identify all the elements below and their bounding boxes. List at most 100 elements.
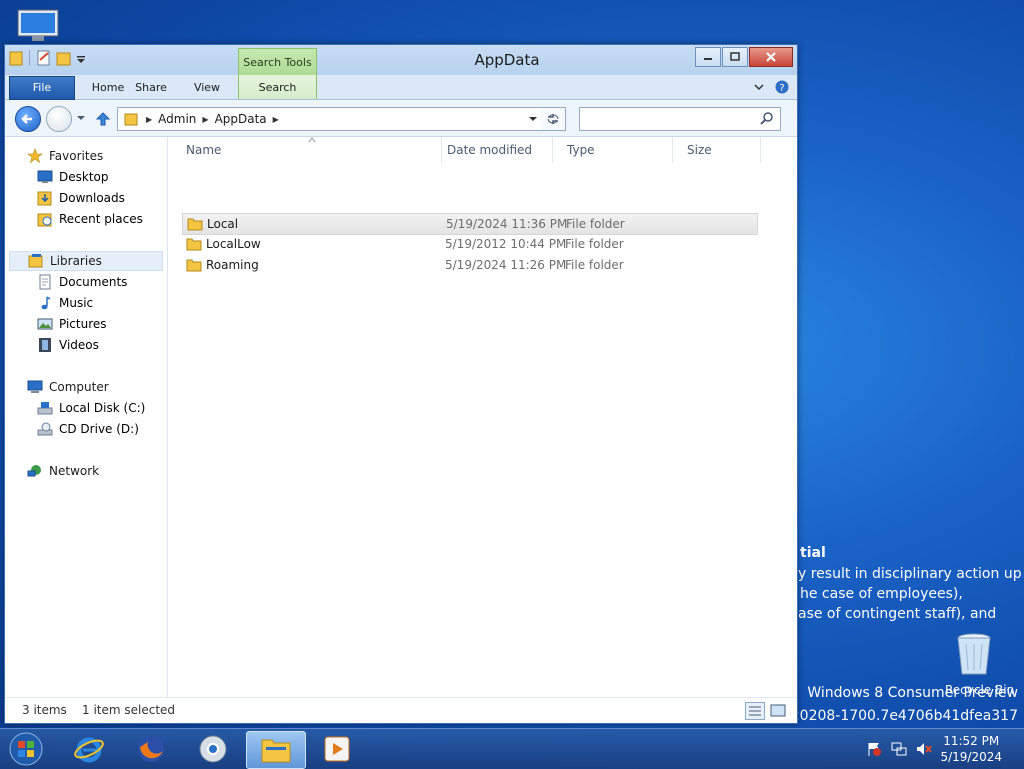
taskbar: 11:52 PM 5/19/2024: [0, 728, 1024, 769]
nav-item-downloads[interactable]: Downloads: [37, 188, 125, 208]
nav-favorites-label: Favorites: [49, 149, 104, 163]
large-icons-view-icon[interactable]: [769, 702, 787, 720]
nav-computer-label: Computer: [49, 380, 109, 394]
file-name: Roaming: [206, 258, 259, 272]
search-input[interactable]: [582, 108, 762, 130]
recycle-bin-label[interactable]: Recycle Bin: [945, 683, 1014, 697]
nav-favorites[interactable]: Favorites: [27, 146, 103, 166]
nav-computer[interactable]: Computer: [27, 377, 109, 397]
crumb-arrow[interactable]: ▶: [273, 115, 279, 124]
action-center-flag-icon[interactable]: [866, 741, 882, 757]
address-dropdown-icon[interactable]: [528, 114, 538, 124]
nav-item-recent-places[interactable]: Recent places: [37, 209, 143, 229]
computer-icon: [27, 380, 43, 393]
chrome-icon: [199, 735, 227, 763]
search-box[interactable]: [579, 107, 781, 131]
folder-icon: [186, 238, 202, 251]
network-icon: [27, 465, 41, 477]
nav-item-music[interactable]: Music: [37, 293, 93, 313]
explorer-window: AppData Search Tools File Home Share Vie…: [4, 44, 798, 724]
tab-view[interactable]: View: [181, 75, 233, 99]
taskbar-internet-explorer[interactable]: [60, 731, 118, 767]
close-button[interactable]: [749, 47, 793, 67]
table-row[interactable]: Local 5/19/2024 11:36 PM File folder: [182, 213, 758, 235]
nav-item-label: Recent places: [59, 212, 143, 226]
file-date: 5/19/2012 10:44 PM: [445, 237, 567, 251]
watermark-line-2: y result in disciplinary action up: [798, 566, 1022, 582]
status-item-count: 3 items: [22, 703, 67, 717]
nav-item-documents[interactable]: Documents: [37, 272, 127, 292]
back-button[interactable]: [15, 106, 41, 132]
internet-explorer-icon: [74, 737, 104, 763]
maximize-icon: [730, 52, 740, 61]
crumb-arrow[interactable]: ▶: [146, 115, 152, 124]
nav-item-label: Pictures: [59, 317, 107, 331]
taskbar-chrome[interactable]: [184, 731, 242, 767]
recycle-bin-icon[interactable]: [952, 630, 996, 681]
column-header-size[interactable]: Size: [673, 137, 761, 163]
details-view-icon[interactable]: [745, 702, 765, 720]
nav-network-label: Network: [49, 464, 100, 478]
cd-drive-icon: [37, 422, 53, 436]
breadcrumb-admin[interactable]: Admin: [158, 112, 196, 126]
system-clock[interactable]: 11:52 PM 5/19/2024: [940, 733, 1002, 765]
address-bar[interactable]: ▶ Admin ▶ AppData ▶: [117, 107, 543, 131]
title-bar[interactable]: AppData: [5, 45, 797, 75]
watermark-line-3: he case of employees),: [800, 586, 963, 602]
downloads-icon: [37, 191, 52, 206]
nav-item-label: Documents: [59, 275, 128, 289]
watermark-line-1: tial: [800, 545, 826, 561]
pictures-icon: [37, 318, 53, 330]
file-type: File folder: [565, 258, 624, 272]
search-icon[interactable]: [760, 111, 774, 125]
taskbar-file-explorer[interactable]: [246, 731, 306, 769]
nav-item-label: Downloads: [59, 191, 125, 205]
desktop-icon: [37, 170, 53, 183]
taskbar-firefox[interactable]: [122, 731, 180, 767]
column-header-type[interactable]: Type: [553, 137, 673, 163]
tab-search[interactable]: Search: [238, 75, 317, 99]
expand-ribbon-icon[interactable]: [753, 82, 765, 92]
tab-share[interactable]: Share: [125, 75, 177, 99]
nav-item-pictures[interactable]: Pictures: [37, 314, 107, 334]
refresh-button[interactable]: [541, 107, 566, 131]
music-note-icon: [41, 296, 51, 310]
hard-drive-icon: [37, 402, 53, 415]
tab-file[interactable]: File: [9, 76, 75, 100]
back-arrow-icon: [21, 114, 32, 124]
taskbar-media-player[interactable]: [308, 731, 366, 767]
network-status-icon[interactable]: [891, 741, 907, 757]
table-row[interactable]: Roaming 5/19/2024 11:26 PM File folder: [182, 255, 756, 275]
file-type: File folder: [565, 237, 624, 251]
column-header-date-modified[interactable]: Date modified: [433, 137, 553, 163]
help-icon[interactable]: ?: [775, 80, 789, 94]
start-button[interactable]: [0, 731, 52, 767]
nav-item-desktop[interactable]: Desktop: [37, 167, 109, 187]
refresh-icon: [547, 114, 559, 124]
folder-icon: [186, 259, 202, 272]
forward-button[interactable]: [46, 106, 72, 132]
folder-location-icon: [124, 113, 138, 126]
nav-item-cd-drive[interactable]: CD Drive (D:): [37, 419, 139, 439]
nav-item-local-disk[interactable]: Local Disk (C:): [37, 398, 145, 418]
film-strip-icon: [39, 338, 51, 352]
nav-libraries[interactable]: Libraries: [9, 251, 163, 271]
breadcrumb-appdata[interactable]: AppData: [215, 112, 267, 126]
crumb-arrow[interactable]: ▶: [202, 115, 208, 124]
computer-desktop-icon[interactable]: [14, 4, 62, 47]
volume-muted-icon[interactable]: [916, 741, 932, 757]
nav-item-videos[interactable]: Videos: [37, 335, 99, 355]
file-list-view: Name Date modified Type Size Local 5/19/…: [168, 137, 797, 697]
up-arrow-icon[interactable]: [95, 111, 111, 127]
minimize-button[interactable]: [695, 47, 721, 67]
star-icon: [27, 148, 43, 164]
firefox-icon: [138, 736, 164, 762]
maximize-button[interactable]: [722, 47, 748, 67]
media-player-icon: [324, 736, 350, 762]
watermark-line-4: ase of contingent staff), and: [798, 606, 997, 622]
libraries-icon: [28, 254, 43, 268]
nav-network[interactable]: Network: [27, 461, 99, 481]
table-row[interactable]: LocalLow 5/19/2012 10:44 PM File folder: [182, 234, 756, 254]
column-header-name[interactable]: Name: [172, 137, 442, 163]
recent-locations-dropdown-icon[interactable]: [76, 113, 86, 123]
